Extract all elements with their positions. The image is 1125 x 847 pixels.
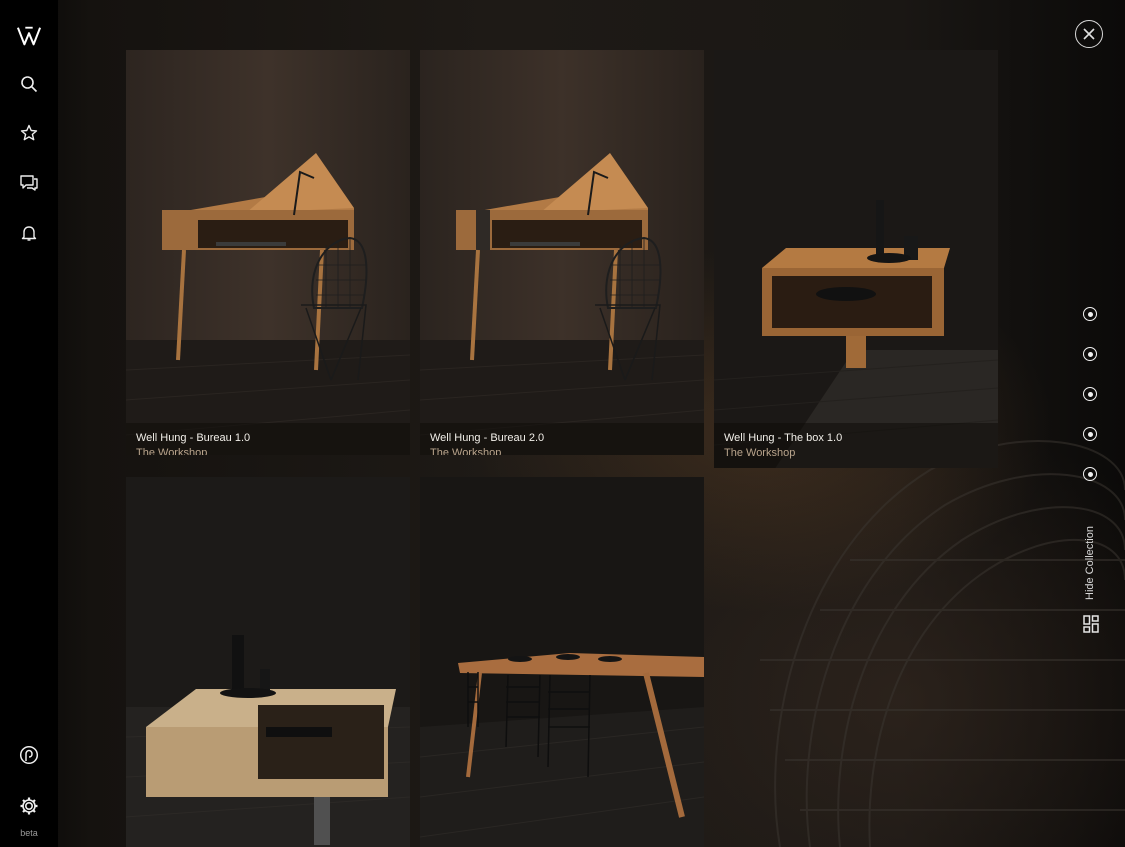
card-caption: Well Hung - Bureau 1.0 The Workshop	[126, 423, 410, 455]
close-button[interactable]	[1075, 20, 1103, 48]
box-photo-image	[126, 477, 410, 847]
card-title[interactable]: Well Hung - The box 1.0	[724, 432, 842, 444]
bureau-1-image	[126, 50, 410, 455]
pagination-dot-5[interactable]	[1083, 467, 1097, 481]
pagination-dot-1[interactable]	[1083, 307, 1097, 321]
collection-card[interactable]: Well Hung - Bureau 1.0 The Workshop	[126, 50, 410, 455]
star-icon[interactable]	[17, 121, 41, 145]
collection-card[interactable]: Well Hung - The box 1.0 The Workshop	[714, 50, 998, 468]
grid-view-icon[interactable]	[1083, 615, 1099, 633]
pagination-dot-3[interactable]	[1083, 387, 1097, 401]
collection-card[interactable]	[126, 477, 410, 847]
card-caption: Well Hung - The box 1.0 The Workshop	[714, 423, 998, 468]
pagination-dot-4[interactable]	[1083, 427, 1097, 441]
card-maker[interactable]: The Workshop	[430, 447, 501, 455]
bureau-2-image	[420, 50, 704, 455]
dining-table-image	[420, 477, 704, 847]
hide-collection-button[interactable]: Hide Collection	[1084, 526, 1096, 600]
card-title[interactable]: Well Hung - Bureau 2.0	[430, 432, 544, 444]
w-logo-icon[interactable]	[17, 24, 41, 48]
pagination-dot-2[interactable]	[1083, 347, 1097, 361]
card-maker[interactable]: The Workshop	[724, 447, 795, 459]
card-maker[interactable]: The Workshop	[136, 447, 207, 455]
collection-card[interactable]	[420, 477, 704, 847]
background-chair	[760, 440, 1125, 847]
collection-card[interactable]: Well Hung - Bureau 2.0 The Workshop	[420, 50, 704, 455]
box-1-image	[714, 50, 998, 468]
settings-icon[interactable]	[17, 794, 41, 818]
search-icon[interactable]	[17, 72, 41, 96]
sidebar: beta	[0, 0, 58, 847]
close-icon	[1083, 28, 1095, 40]
card-title[interactable]: Well Hung - Bureau 1.0	[136, 432, 250, 444]
bell-icon[interactable]	[17, 221, 41, 245]
profile-icon[interactable]	[17, 743, 41, 767]
card-caption: Well Hung - Bureau 2.0 The Workshop	[420, 423, 704, 455]
chat-icon[interactable]	[17, 171, 41, 195]
beta-label: beta	[20, 828, 38, 838]
